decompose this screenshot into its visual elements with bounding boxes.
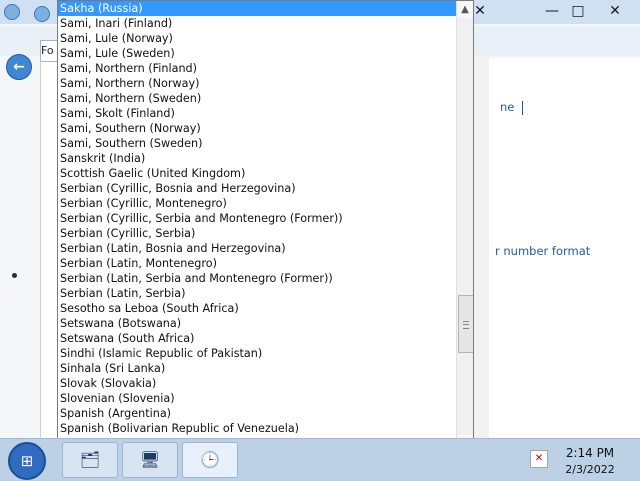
list-item[interactable]: Spanish (Bolivarian Republic of Venezuel… [58, 421, 456, 436]
dropdown-scrollbar[interactable]: ▲ ▼ [456, 1, 473, 452]
link-fragment[interactable]: ne [500, 100, 514, 114]
list-item[interactable]: Spanish (Argentina) [58, 406, 456, 421]
list-item[interactable]: Sami, Skolt (Finland) [58, 106, 456, 121]
list-item[interactable]: Sami, Northern (Finland) [58, 61, 456, 76]
bullet-icon [12, 273, 17, 278]
list-item[interactable]: Sami, Inari (Finland) [58, 16, 456, 31]
list-item[interactable]: Serbian (Cyrillic, Serbia) [58, 226, 456, 241]
list-item[interactable]: Scottish Gaelic (United Kingdom) [58, 166, 456, 181]
list-item[interactable]: Setswana (South Africa) [58, 331, 456, 346]
scroll-thumb[interactable] [458, 295, 473, 353]
list-item[interactable]: Sami, Southern (Norway) [58, 121, 456, 136]
clock-date[interactable]: 2/3/2022 [560, 463, 620, 476]
maximize-button[interactable]: □ [566, 2, 590, 20]
taskbar-control-panel-button[interactable]: 🖥 [122, 442, 178, 478]
network-alert-icon[interactable]: ✕ [530, 450, 548, 468]
scroll-up-button[interactable]: ▲ [457, 1, 473, 18]
format-dropdown-list[interactable]: Sakha (Russia) Sami, Inari (Finland) Sami,… [57, 0, 474, 453]
format-list[interactable]: Sakha (Russia) Sami, Inari (Finland) Sami,… [58, 1, 456, 451]
list-item[interactable]: Sesotho sa Leboa (South Africa) [58, 301, 456, 316]
list-item[interactable]: Setswana (Botswana) [58, 316, 456, 331]
list-item[interactable]: Serbian (Cyrillic, Bosnia and Herzegovin… [58, 181, 456, 196]
list-item[interactable]: Sami, Northern (Sweden) [58, 91, 456, 106]
grip-icon [463, 321, 469, 329]
list-item[interactable]: Sindhi (Islamic Republic of Pakistan) [58, 346, 456, 361]
list-item[interactable]: Serbian (Latin, Montenegro) [58, 256, 456, 271]
minimize-button[interactable]: — [540, 2, 564, 20]
list-item[interactable]: Sinhala (Sri Lanka) [58, 361, 456, 376]
list-item[interactable]: Slovak (Slovakia) [58, 376, 456, 391]
close-button[interactable]: ✕ [603, 2, 627, 20]
list-item[interactable]: Serbian (Latin, Serbia and Montenegro (F… [58, 271, 456, 286]
list-item[interactable]: Sami, Lule (Sweden) [58, 46, 456, 61]
list-item[interactable]: Sami, Southern (Sweden) [58, 136, 456, 151]
list-item[interactable]: Serbian (Latin, Serbia) [58, 286, 456, 301]
start-button[interactable]: ⊞ [8, 442, 46, 480]
list-item[interactable]: Serbian (Cyrillic, Serbia and Montenegro… [58, 211, 456, 226]
taskbar-region-button[interactable]: 🕒 [182, 442, 238, 478]
link-divider [522, 101, 523, 115]
list-item[interactable]: Sami, Northern (Norway) [58, 76, 456, 91]
back-button[interactable]: ← [6, 54, 32, 80]
taskbar-explorer-button[interactable]: 🗂 [62, 442, 118, 478]
list-item[interactable]: Serbian (Latin, Bosnia and Herzegovina) [58, 241, 456, 256]
globe-icon [34, 6, 50, 22]
app-icon [4, 4, 20, 20]
change-number-format-link[interactable]: r number format [495, 244, 590, 258]
clock-time[interactable]: 2:14 PM [565, 446, 615, 460]
list-item[interactable]: Sakha (Russia) [58, 1, 456, 16]
list-item[interactable]: Sanskrit (India) [58, 151, 456, 166]
list-item[interactable]: Serbian (Cyrillic, Montenegro) [58, 196, 456, 211]
list-item[interactable]: Sami, Lule (Norway) [58, 31, 456, 46]
list-item[interactable]: Slovenian (Slovenia) [58, 391, 456, 406]
